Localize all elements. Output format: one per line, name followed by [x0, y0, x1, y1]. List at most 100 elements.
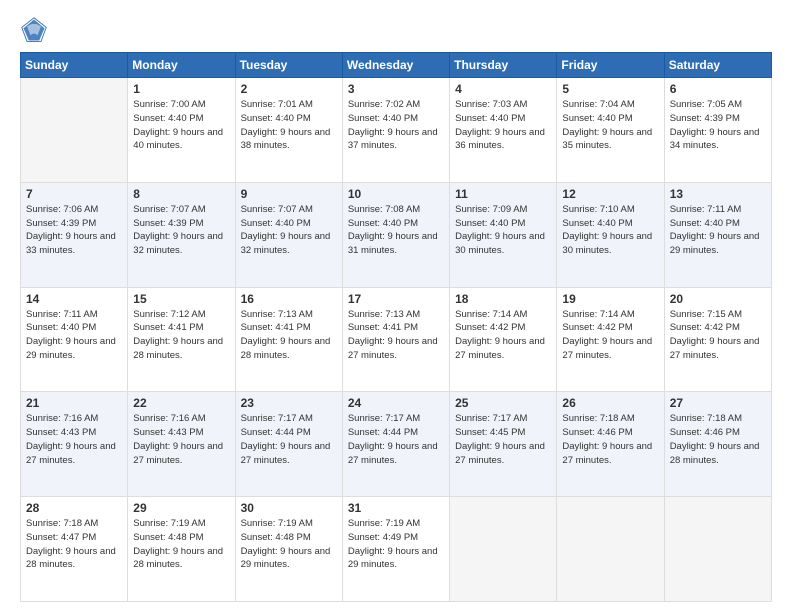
calendar-day-cell: 31 Sunrise: 7:19 AMSunset: 4:49 PMDayligh… — [342, 497, 449, 602]
day-number: 28 — [26, 501, 122, 515]
calendar-day-cell: 17 Sunrise: 7:13 AMSunset: 4:41 PMDayligh… — [342, 287, 449, 392]
calendar-day-cell: 10 Sunrise: 7:08 AMSunset: 4:40 PMDayligh… — [342, 182, 449, 287]
day-number: 31 — [348, 501, 444, 515]
calendar-day-cell: 21 Sunrise: 7:16 AMSunset: 4:43 PMDayligh… — [21, 392, 128, 497]
day-info: Sunrise: 7:09 AMSunset: 4:40 PMDaylight:… — [455, 203, 551, 258]
logo-icon — [20, 16, 48, 44]
day-info: Sunrise: 7:16 AMSunset: 4:43 PMDaylight:… — [133, 412, 229, 467]
calendar-day-cell: 9 Sunrise: 7:07 AMSunset: 4:40 PMDaylight… — [235, 182, 342, 287]
day-info: Sunrise: 7:18 AMSunset: 4:47 PMDaylight:… — [26, 517, 122, 572]
day-number: 1 — [133, 82, 229, 96]
day-number: 5 — [562, 82, 658, 96]
day-number: 20 — [670, 292, 766, 306]
day-number: 13 — [670, 187, 766, 201]
day-number: 27 — [670, 396, 766, 410]
day-number: 14 — [26, 292, 122, 306]
calendar-week-row: 1 Sunrise: 7:00 AMSunset: 4:40 PMDaylight… — [21, 78, 772, 183]
calendar-day-cell: 30 Sunrise: 7:19 AMSunset: 4:48 PMDayligh… — [235, 497, 342, 602]
day-info: Sunrise: 7:18 AMSunset: 4:46 PMDaylight:… — [670, 412, 766, 467]
day-number: 4 — [455, 82, 551, 96]
calendar-day-cell: 11 Sunrise: 7:09 AMSunset: 4:40 PMDayligh… — [450, 182, 557, 287]
calendar-week-row: 7 Sunrise: 7:06 AMSunset: 4:39 PMDaylight… — [21, 182, 772, 287]
calendar-day-cell: 23 Sunrise: 7:17 AMSunset: 4:44 PMDayligh… — [235, 392, 342, 497]
calendar-day-cell: 18 Sunrise: 7:14 AMSunset: 4:42 PMDayligh… — [450, 287, 557, 392]
calendar-day-cell: 8 Sunrise: 7:07 AMSunset: 4:39 PMDaylight… — [128, 182, 235, 287]
day-info: Sunrise: 7:07 AMSunset: 4:40 PMDaylight:… — [241, 203, 337, 258]
day-number: 21 — [26, 396, 122, 410]
calendar-day-cell: 2 Sunrise: 7:01 AMSunset: 4:40 PMDaylight… — [235, 78, 342, 183]
day-number: 23 — [241, 396, 337, 410]
day-info: Sunrise: 7:17 AMSunset: 4:44 PMDaylight:… — [241, 412, 337, 467]
day-number: 12 — [562, 187, 658, 201]
day-number: 30 — [241, 501, 337, 515]
calendar-day-cell — [557, 497, 664, 602]
calendar-week-row: 21 Sunrise: 7:16 AMSunset: 4:43 PMDayligh… — [21, 392, 772, 497]
calendar-day-cell: 12 Sunrise: 7:10 AMSunset: 4:40 PMDayligh… — [557, 182, 664, 287]
day-info: Sunrise: 7:15 AMSunset: 4:42 PMDaylight:… — [670, 308, 766, 363]
calendar-day-cell: 26 Sunrise: 7:18 AMSunset: 4:46 PMDayligh… — [557, 392, 664, 497]
header — [20, 16, 772, 44]
calendar-day-header: Thursday — [450, 53, 557, 78]
calendar-day-cell: 7 Sunrise: 7:06 AMSunset: 4:39 PMDaylight… — [21, 182, 128, 287]
calendar-day-cell: 16 Sunrise: 7:13 AMSunset: 4:41 PMDayligh… — [235, 287, 342, 392]
day-info: Sunrise: 7:13 AMSunset: 4:41 PMDaylight:… — [348, 308, 444, 363]
calendar-day-cell — [450, 497, 557, 602]
day-info: Sunrise: 7:06 AMSunset: 4:39 PMDaylight:… — [26, 203, 122, 258]
day-number: 2 — [241, 82, 337, 96]
calendar-day-cell: 24Sunrise: 7:17 AMSunset: 4:44 PMDayligh… — [342, 392, 449, 497]
day-info: Sunrise: 7:19 AMSunset: 4:49 PMDaylight:… — [348, 517, 444, 572]
day-number: 17 — [348, 292, 444, 306]
calendar-day-header: Tuesday — [235, 53, 342, 78]
day-number: 6 — [670, 82, 766, 96]
calendar-week-row: 28 Sunrise: 7:18 AMSunset: 4:47 PMDayligh… — [21, 497, 772, 602]
calendar-day-cell: 20 Sunrise: 7:15 AMSunset: 4:42 PMDayligh… — [664, 287, 771, 392]
day-info: Sunrise: 7:10 AMSunset: 4:40 PMDaylight:… — [562, 203, 658, 258]
logo — [20, 16, 52, 44]
page: SundayMondayTuesdayWednesdayThursdayFrid… — [0, 0, 792, 612]
calendar-day-cell: 13 Sunrise: 7:11 AMSunset: 4:40 PMDayligh… — [664, 182, 771, 287]
day-number: 16 — [241, 292, 337, 306]
day-info: Sunrise: 7:17 AMSunset: 4:45 PMDaylight:… — [455, 412, 551, 467]
day-info: Sunrise: 7:07 AMSunset: 4:39 PMDaylight:… — [133, 203, 229, 258]
calendar-week-row: 14Sunrise: 7:11 AMSunset: 4:40 PMDayligh… — [21, 287, 772, 392]
calendar-day-header: Saturday — [664, 53, 771, 78]
day-info: Sunrise: 7:13 AMSunset: 4:41 PMDaylight:… — [241, 308, 337, 363]
calendar-day-cell: 19 Sunrise: 7:14 AMSunset: 4:42 PMDayligh… — [557, 287, 664, 392]
calendar-day-header: Sunday — [21, 53, 128, 78]
calendar-day-header: Wednesday — [342, 53, 449, 78]
day-number: 19 — [562, 292, 658, 306]
day-number: 8 — [133, 187, 229, 201]
day-info: Sunrise: 7:04 AMSunset: 4:40 PMDaylight:… — [562, 98, 658, 153]
calendar-day-cell: 6Sunrise: 7:05 AMSunset: 4:39 PMDaylight… — [664, 78, 771, 183]
calendar-day-cell: 27 Sunrise: 7:18 AMSunset: 4:46 PMDayligh… — [664, 392, 771, 497]
calendar-day-cell: 3 Sunrise: 7:02 AMSunset: 4:40 PMDaylight… — [342, 78, 449, 183]
day-number: 29 — [133, 501, 229, 515]
day-info: Sunrise: 7:18 AMSunset: 4:46 PMDaylight:… — [562, 412, 658, 467]
calendar-day-cell: 15Sunrise: 7:12 AMSunset: 4:41 PMDayligh… — [128, 287, 235, 392]
day-number: 10 — [348, 187, 444, 201]
day-number: 18 — [455, 292, 551, 306]
day-info: Sunrise: 7:00 AMSunset: 4:40 PMDaylight:… — [133, 98, 229, 153]
day-info: Sunrise: 7:14 AMSunset: 4:42 PMDaylight:… — [455, 308, 551, 363]
calendar-day-cell — [664, 497, 771, 602]
day-number: 25 — [455, 396, 551, 410]
calendar-day-cell: 4 Sunrise: 7:03 AMSunset: 4:40 PMDaylight… — [450, 78, 557, 183]
day-number: 26 — [562, 396, 658, 410]
calendar-day-cell: 5 Sunrise: 7:04 AMSunset: 4:40 PMDaylight… — [557, 78, 664, 183]
day-info: Sunrise: 7:16 AMSunset: 4:43 PMDaylight:… — [26, 412, 122, 467]
day-info: Sunrise: 7:08 AMSunset: 4:40 PMDaylight:… — [348, 203, 444, 258]
day-number: 3 — [348, 82, 444, 96]
day-info: Sunrise: 7:01 AMSunset: 4:40 PMDaylight:… — [241, 98, 337, 153]
day-info: Sunrise: 7:02 AMSunset: 4:40 PMDaylight:… — [348, 98, 444, 153]
day-info: Sunrise: 7:19 AMSunset: 4:48 PMDaylight:… — [133, 517, 229, 572]
calendar-day-cell: 25 Sunrise: 7:17 AMSunset: 4:45 PMDayligh… — [450, 392, 557, 497]
day-number: 9 — [241, 187, 337, 201]
day-info: Sunrise: 7:19 AMSunset: 4:48 PMDaylight:… — [241, 517, 337, 572]
day-info: Sunrise: 7:14 AMSunset: 4:42 PMDaylight:… — [562, 308, 658, 363]
day-info: Sunrise: 7:11 AMSunset: 4:40 PMDaylight:… — [670, 203, 766, 258]
day-number: 11 — [455, 187, 551, 201]
calendar-table: SundayMondayTuesdayWednesdayThursdayFrid… — [20, 52, 772, 602]
day-info: Sunrise: 7:03 AMSunset: 4:40 PMDaylight:… — [455, 98, 551, 153]
day-number: 7 — [26, 187, 122, 201]
calendar-day-cell: 29 Sunrise: 7:19 AMSunset: 4:48 PMDayligh… — [128, 497, 235, 602]
